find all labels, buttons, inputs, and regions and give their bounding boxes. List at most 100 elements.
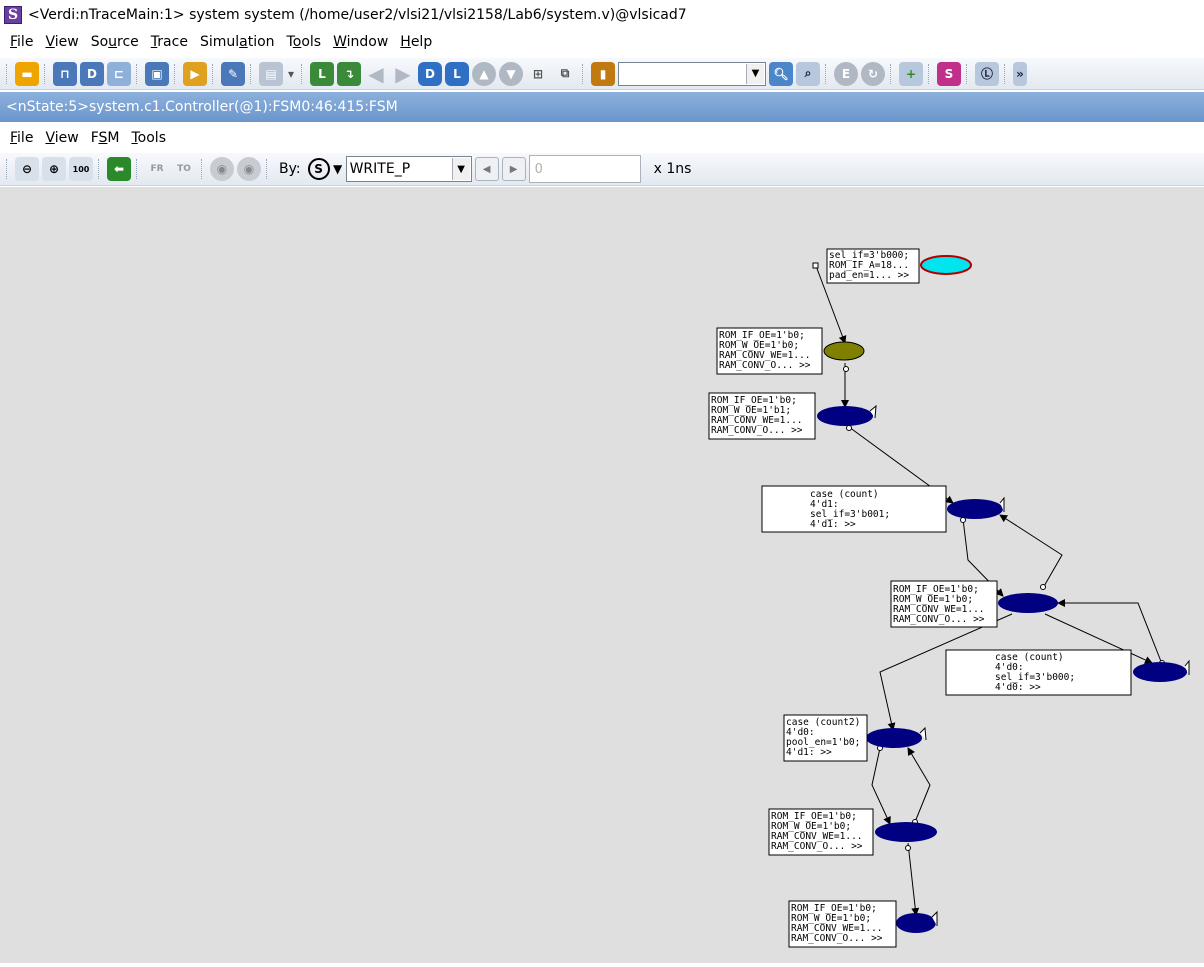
fsm-menu-file[interactable]: File [4, 130, 39, 146]
back-icon[interactable]: ⬅ [107, 157, 131, 181]
time-input[interactable]: 0 [528, 155, 641, 183]
zoom-fit-label: 100 [72, 164, 90, 174]
action-line: RAM_CONV_O... >> [791, 933, 883, 944]
zoom-out-icon[interactable]: ⊖ [15, 157, 39, 181]
transition-s7-to-s6[interactable] [907, 747, 931, 823]
trace-up-icon[interactable]: L [310, 61, 334, 86]
toolbar-separator [1004, 63, 1008, 84]
menu-file[interactable]: File [4, 34, 39, 50]
fsm-toolbar: ⊖ ⊕ 100 ⬅ FR TO ◉ ◉ By: S ▼ WRITE_P ▼ ◀ … [0, 153, 1204, 186]
state-search-icon[interactable]: S [307, 158, 330, 180]
transition-s6-to-s7[interactable] [871, 747, 891, 825]
chevron-down-icon[interactable]: ▼ [746, 63, 764, 84]
bookmark-icon[interactable]: ▮ [591, 61, 615, 86]
fsm-state-8[interactable] [896, 913, 936, 933]
fsm-menu-view[interactable]: View [39, 130, 84, 146]
prev-time-button[interactable]: ◀ [474, 157, 499, 181]
driver-icon[interactable]: D [418, 61, 442, 86]
menu-tools[interactable]: Tools [281, 34, 328, 50]
menu-window[interactable]: Window [327, 34, 394, 50]
menu-simulation[interactable]: Simulation [194, 34, 281, 50]
hier-tree-icon[interactable]: ⊞ [526, 62, 550, 86]
fsm-state-4[interactable] [998, 593, 1058, 613]
edit-icon[interactable]: ✎ [221, 61, 245, 86]
action-box-s8[interactable]: ROM_IF_OE=1'b0; ROM_W_OE=1'b0; RAM_CONV_… [788, 900, 897, 948]
transition-s4-to-s3[interactable] [999, 514, 1063, 589]
transition-s7-to-s8[interactable] [907, 842, 920, 916]
action-line: 4'd0: >> [995, 682, 1041, 693]
action-box-s3[interactable]: case (count) 4'd1: sel_if=3'b001; 4'd1: … [761, 485, 947, 533]
action-boxes: sel_if=3'b000; ROM_IF_A=18... pad_en=1..… [708, 248, 1132, 948]
fsm-menu-tools[interactable]: Tools [125, 130, 172, 146]
action-box-s6[interactable]: case (count2) 4'd0: pool_en=1'b0; 4'd1: … [783, 714, 868, 762]
find-lock-icon[interactable]: Ⓛ [975, 61, 999, 86]
action-box-s4[interactable]: ROM_IF_OE=1'b0; ROM_W_OE=1'b0; RAM_CONV_… [890, 580, 998, 628]
window-title: <Verdi:nTraceMain:1> system system (/hom… [28, 7, 687, 23]
arrow-left-icon[interactable]: ◀ [364, 62, 388, 86]
arrow-up-circle-icon[interactable]: ▲ [472, 61, 496, 86]
prev-state-icon[interactable]: ◉ [210, 157, 234, 181]
fsm-state-reset[interactable] [920, 255, 972, 275]
toolbar-separator [98, 159, 102, 179]
connect-icon[interactable]: ⧉ [553, 62, 577, 86]
fsm-state-6[interactable] [866, 728, 922, 748]
fsm-state-initial[interactable] [823, 341, 865, 361]
search-combo[interactable]: ▼ [618, 61, 766, 86]
toolbar-separator [582, 63, 586, 84]
action-box-s1[interactable]: ROM_IF_OE=1'b0; ROM_W_OE=1'b0; RAM_CONV_… [716, 327, 823, 375]
apps-icon[interactable]: S [937, 61, 961, 86]
chevron-down-icon[interactable]: ▼ [451, 158, 470, 180]
fsm-menu-fsm[interactable]: FSM [85, 130, 126, 146]
action-line: 4'd1: >> [810, 519, 856, 530]
load-trace-icon[interactable]: L [445, 61, 469, 86]
menu-source[interactable]: Source [85, 34, 145, 50]
toolbar-separator [174, 63, 178, 84]
arrow-right-icon[interactable]: ▶ [391, 62, 415, 86]
search-icon[interactable]: 🔍︎ [769, 61, 793, 86]
hierarchy-icon[interactable]: ⊏ [107, 61, 131, 86]
toolbar-separator [250, 63, 254, 84]
fsm-state-5[interactable] [1133, 662, 1187, 682]
copy-icon[interactable]: ▤ [259, 61, 283, 86]
chevron-down-icon[interactable]: ▼ [333, 157, 343, 181]
chevron-down-icon[interactable]: ▾ [286, 62, 296, 86]
action-box-reset[interactable]: sel_if=3'b000; ROM_IF_A=18... pad_en=1..… [826, 248, 920, 284]
toolbar-separator [201, 159, 205, 179]
open-folder-icon[interactable]: ▬ [15, 61, 39, 86]
transition-marker [1040, 584, 1046, 590]
fsm-canvas[interactable]: sel_if=3'b000; ROM_IF_A=18... pad_en=1..… [0, 187, 1204, 963]
zoom-in-icon[interactable]: ⊕ [42, 157, 66, 181]
trace-down-icon[interactable]: ↴ [337, 61, 361, 86]
to-icon[interactable]: TO [172, 157, 196, 181]
transition-marker [905, 845, 911, 851]
zoom-fit-icon[interactable]: 100 [69, 157, 93, 181]
fsm-state-7[interactable] [875, 822, 937, 842]
load-icon[interactable]: ▶ [183, 61, 207, 86]
toolbar-separator [928, 63, 932, 84]
fsm-state-3[interactable] [947, 499, 1003, 519]
next-time-button[interactable]: ▶ [501, 157, 526, 181]
state-path: <nState:5>system.c1.Controller(@1):FSM0:… [6, 99, 398, 115]
menu-view[interactable]: View [39, 34, 84, 50]
action-box-s5[interactable]: case (count) 4'd0: sel_if=3'b000; 4'd0: … [945, 649, 1132, 696]
more-icon[interactable]: » [1013, 61, 1027, 86]
schematic-icon[interactable]: D [80, 61, 104, 86]
window-icon[interactable]: ▣ [145, 61, 169, 86]
toolbar-separator [212, 63, 216, 84]
action-box-s2[interactable]: ROM_IF_OE=1'b0; ROM_W_OE=1'b1; RAM_CONV_… [708, 392, 816, 440]
next-state-icon[interactable]: ◉ [237, 157, 261, 181]
fsm-state-2[interactable] [817, 406, 873, 426]
action-line: 4'd1: >> [786, 747, 832, 758]
toolbar-separator [890, 63, 894, 84]
menu-trace[interactable]: Trace [145, 34, 194, 50]
event-icon[interactable]: E [834, 61, 858, 86]
add-signal-icon[interactable]: + [899, 61, 923, 86]
find-icon[interactable]: ⌕ [796, 61, 820, 86]
waveform-icon[interactable]: ⊓ [53, 61, 77, 86]
fr-icon[interactable]: FR [145, 157, 169, 181]
menu-help[interactable]: Help [394, 34, 438, 50]
arrow-down-circle-icon[interactable]: ▼ [499, 61, 523, 86]
action-box-s7[interactable]: ROM_IF_OE=1'b0; ROM_W_OE=1'b0; RAM_CONV_… [768, 808, 874, 856]
state-select[interactable]: WRITE_P ▼ [345, 156, 472, 182]
refresh-icon[interactable]: ↻ [861, 61, 885, 86]
